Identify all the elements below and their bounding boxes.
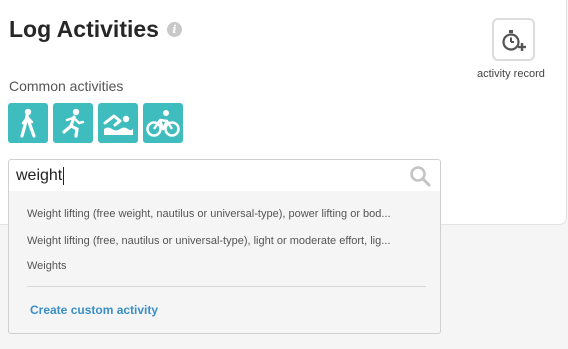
- results-divider: [27, 286, 426, 287]
- page-title: Log Activities: [9, 16, 159, 42]
- activity-record-label: activity record: [477, 68, 545, 80]
- stopwatch-plus-icon: [501, 29, 526, 51]
- common-activities-list: [8, 103, 188, 143]
- swimming-activity-button[interactable]: [98, 103, 138, 143]
- search-result-item[interactable]: Weight lifting (free, nautilus or univer…: [27, 235, 432, 247]
- search-input[interactable]: weight: [16, 167, 65, 185]
- cycling-activity-button[interactable]: [143, 103, 183, 143]
- cycling-icon: [146, 110, 180, 137]
- walking-activity-button[interactable]: [8, 103, 48, 143]
- walking-icon: [20, 108, 36, 138]
- search-result-item[interactable]: Weights: [27, 260, 432, 272]
- search-results-dropdown: Weight lifting (free weight, nautilus or…: [8, 191, 441, 334]
- info-icon[interactable]: i: [166, 22, 182, 37]
- title-row: Log Activities i: [9, 16, 182, 43]
- common-activities-label: Common activities: [9, 78, 124, 94]
- swimming-icon: [103, 114, 133, 135]
- activity-record-button[interactable]: [492, 18, 535, 61]
- create-custom-activity-link[interactable]: Create custom activity: [30, 303, 158, 317]
- running-icon: [62, 108, 85, 138]
- search-result-item[interactable]: Weight lifting (free weight, nautilus or…: [27, 208, 432, 220]
- activity-search-field[interactable]: weight: [8, 159, 441, 192]
- search-icon[interactable]: [409, 165, 431, 187]
- running-activity-button[interactable]: [53, 103, 93, 143]
